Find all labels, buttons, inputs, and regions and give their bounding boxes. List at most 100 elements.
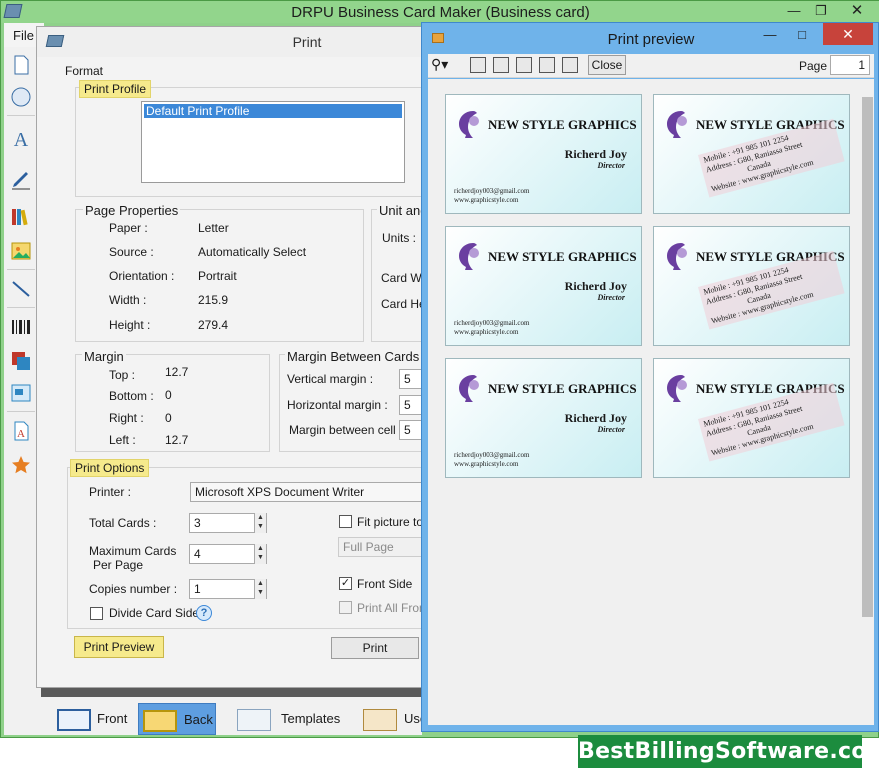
text-document-icon[interactable]: A <box>9 419 33 443</box>
toolbar-separator <box>7 307 35 308</box>
print-all-from-label: Print All From <box>357 601 430 615</box>
library-icon[interactable] <box>9 205 33 229</box>
printer-select[interactable]: Microsoft XPS Document Writer <box>190 482 426 502</box>
front-card-preview: NEW STYLE GRAPHICS Richerd Joy Director … <box>445 226 642 346</box>
help-icon[interactable]: ? <box>196 605 212 621</box>
app-title: DRPU Business Card Maker (Business card) <box>291 4 590 21</box>
brand-logo-icon <box>459 111 479 138</box>
ellipse-icon[interactable] <box>9 85 33 109</box>
zoom-icon[interactable]: ⚲▾ <box>431 56 459 74</box>
full-page-select[interactable]: Full Page <box>338 537 426 557</box>
horizontal-margin-key: Horizontal margin : <box>287 398 388 412</box>
six-pages-icon[interactable] <box>562 57 578 73</box>
orientation-value: Portrait <box>198 269 237 283</box>
card-website: www.graphicstyle.com <box>454 460 519 468</box>
preview-page-area: NEW STYLE GRAPHICS Richerd Joy Director … <box>428 79 874 725</box>
brand-logo-icon <box>459 243 479 270</box>
brand-logo-icon <box>667 111 687 138</box>
four-pages-icon[interactable] <box>539 57 555 73</box>
tab-templates[interactable]: Templates <box>231 703 341 735</box>
image-icon[interactable] <box>9 239 33 263</box>
page-properties-label: Page Properties <box>83 203 181 218</box>
preview-minimize-icon[interactable]: — <box>760 25 780 45</box>
card-website: www.graphicstyle.com <box>454 328 519 336</box>
print-dialog-title-bar: Print <box>37 27 425 57</box>
main-title-bar: DRPU Business Card Maker (Business card)… <box>1 1 879 23</box>
source-value: Automatically Select <box>198 245 307 259</box>
page-label: Page <box>799 59 828 73</box>
print-preview-button[interactable]: Print Preview <box>74 636 164 658</box>
preview-vertical-scrollbar[interactable] <box>861 87 874 701</box>
max-cards-key-line2: Per Page <box>93 558 144 572</box>
tab-templates-label: Templates <box>281 711 341 726</box>
star-shape-icon[interactable] <box>9 453 33 477</box>
margin-left-value: 12.7 <box>165 433 189 447</box>
website-banner: BestBillingSoftware.com <box>578 735 879 768</box>
tab-user-label: Use <box>404 711 422 726</box>
width-value: 215.9 <box>198 293 229 307</box>
three-pages-icon[interactable] <box>516 57 532 73</box>
front-card-preview: NEW STYLE GRAPHICS Richerd Joy Director … <box>445 358 642 478</box>
text-tool-icon[interactable]: A <box>9 129 33 153</box>
paper-value: Letter <box>198 221 229 235</box>
margin-right-value: 0 <box>165 411 172 425</box>
margin-between-label: Margin Between Cards <box>285 349 422 364</box>
left-toolbar: A A <box>4 47 37 683</box>
two-pages-icon[interactable] <box>493 57 509 73</box>
card-person-role: Director <box>597 161 625 170</box>
preview-maximize-icon[interactable]: □ <box>792 25 812 45</box>
printer-key: Printer : <box>89 485 132 499</box>
total-cards-spinner[interactable]: ▲ ▼ <box>254 513 266 533</box>
print-profile-item[interactable]: Default Print Profile <box>144 104 402 118</box>
print-all-from-checkbox[interactable] <box>339 601 352 614</box>
card-height-key: Card He <box>381 297 426 311</box>
max-cards-spinner[interactable]: ▲ ▼ <box>254 544 266 564</box>
signature-icon[interactable] <box>9 381 33 405</box>
preview-close-icon[interactable]: ✕ <box>823 23 873 45</box>
menu-file[interactable]: File <box>13 28 34 43</box>
tab-user[interactable]: Use <box>357 703 422 735</box>
margin-bottom-key: Bottom : <box>109 389 154 403</box>
tab-front[interactable]: Front <box>51 703 131 735</box>
brand-logo-icon <box>667 375 687 402</box>
height-key: Height : <box>109 318 151 332</box>
margin-right-key: Right : <box>109 411 144 425</box>
total-cards-key: Total Cards : <box>89 516 157 530</box>
preview-horizontal-scrollbar[interactable] <box>428 707 860 723</box>
tab-back-label: Back <box>184 712 213 727</box>
print-button[interactable]: Print <box>331 637 419 659</box>
front-card-icon <box>57 709 91 731</box>
barcode-icon[interactable] <box>9 315 33 339</box>
svg-text:A: A <box>17 428 25 440</box>
divide-card-side-checkbox[interactable] <box>90 607 103 620</box>
fit-picture-checkbox[interactable] <box>339 515 352 528</box>
restore-icon[interactable]: ❐ <box>811 1 831 21</box>
pen-icon[interactable] <box>9 167 33 191</box>
margin-bottom-value: 0 <box>165 388 172 402</box>
preview-close-button[interactable]: Close <box>588 55 626 75</box>
card-brand: NEW STYLE GRAPHICS <box>488 249 637 264</box>
back-card-preview: NEW STYLE GRAPHICS Mobile : +91 985 101 … <box>653 358 850 478</box>
print-options-label: Print Options <box>70 459 150 477</box>
toolbar-separator <box>7 269 35 270</box>
units-key: Units : <box>382 231 417 245</box>
close-icon[interactable]: ✕ <box>843 1 871 21</box>
front-side-checkbox[interactable]: ✓ <box>339 577 352 590</box>
line-tool-icon[interactable] <box>9 277 33 301</box>
preview-scroll-thumb[interactable] <box>862 97 873 617</box>
margin-top-value: 12.7 <box>165 365 189 379</box>
print-profile-list[interactable]: Default Print Profile <box>141 101 405 183</box>
copies-spinner[interactable]: ▲ ▼ <box>254 579 266 599</box>
minimize-icon[interactable]: — <box>784 1 804 21</box>
new-document-icon[interactable] <box>9 53 33 77</box>
fit-picture-label: Fit picture to <box>357 515 423 529</box>
one-page-icon[interactable] <box>470 57 486 73</box>
margin-between-cell-key: Margin between cell : <box>289 423 403 437</box>
tab-back[interactable]: Back <box>138 703 216 735</box>
watermark-icon[interactable] <box>9 349 33 373</box>
page-input[interactable]: 1 <box>830 55 870 75</box>
back-card-preview: NEW STYLE GRAPHICS Mobile : +91 985 101 … <box>653 94 850 214</box>
source-key: Source : <box>109 245 154 259</box>
brand-logo-icon <box>667 243 687 270</box>
tab-front-label: Front <box>97 711 128 726</box>
